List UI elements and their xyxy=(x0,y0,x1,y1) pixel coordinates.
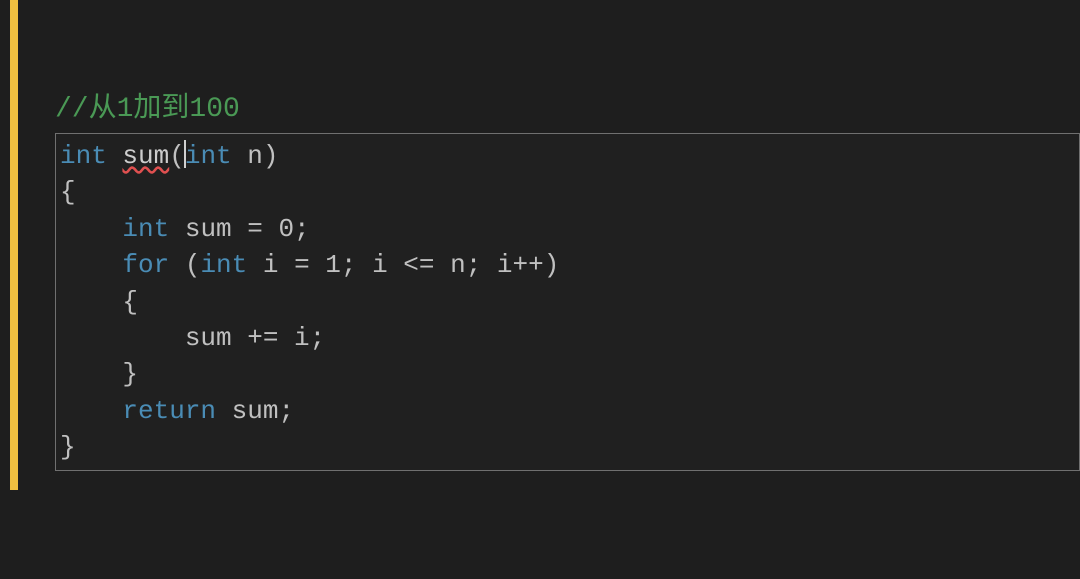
comment-text: //从1加到100 xyxy=(55,94,240,125)
keyword-return: return xyxy=(122,396,216,426)
keyword-int: int xyxy=(60,141,107,171)
code-line-9[interactable]: } xyxy=(56,429,1079,465)
keyword-int: int xyxy=(200,250,247,280)
keyword-for: for xyxy=(122,250,169,280)
code-line-2[interactable]: { xyxy=(56,174,1079,210)
function-name: sum xyxy=(122,141,169,171)
code-line-6[interactable]: sum += i; xyxy=(56,320,1079,356)
code-line-7[interactable]: } xyxy=(56,356,1079,392)
code-line-8[interactable]: return sum; xyxy=(56,393,1079,429)
code-line-4[interactable]: for (int i = 1; i <= n; i++) xyxy=(56,247,1079,283)
keyword-int: int xyxy=(122,214,169,244)
code-line-5[interactable]: { xyxy=(56,284,1079,320)
code-editor[interactable]: //从1加到100 int sum(int n) { int sum = 0; … xyxy=(0,0,1080,471)
text-cursor xyxy=(184,140,186,168)
paren-close: ) xyxy=(263,141,279,171)
code-area[interactable]: //从1加到100 int sum(int n) { int sum = 0; … xyxy=(25,10,1080,471)
selection-box: int sum(int n) { int sum = 0; for (int i… xyxy=(55,133,1080,471)
comment-line[interactable]: //从1加到100 xyxy=(55,85,1080,125)
keyword-int-param: int xyxy=(185,141,232,171)
modified-indicator-bar xyxy=(10,0,18,490)
paren-open: ( xyxy=(169,141,185,171)
code-line-1[interactable]: int sum(int n) xyxy=(56,138,1079,174)
code-line-3[interactable]: int sum = 0; xyxy=(56,211,1079,247)
